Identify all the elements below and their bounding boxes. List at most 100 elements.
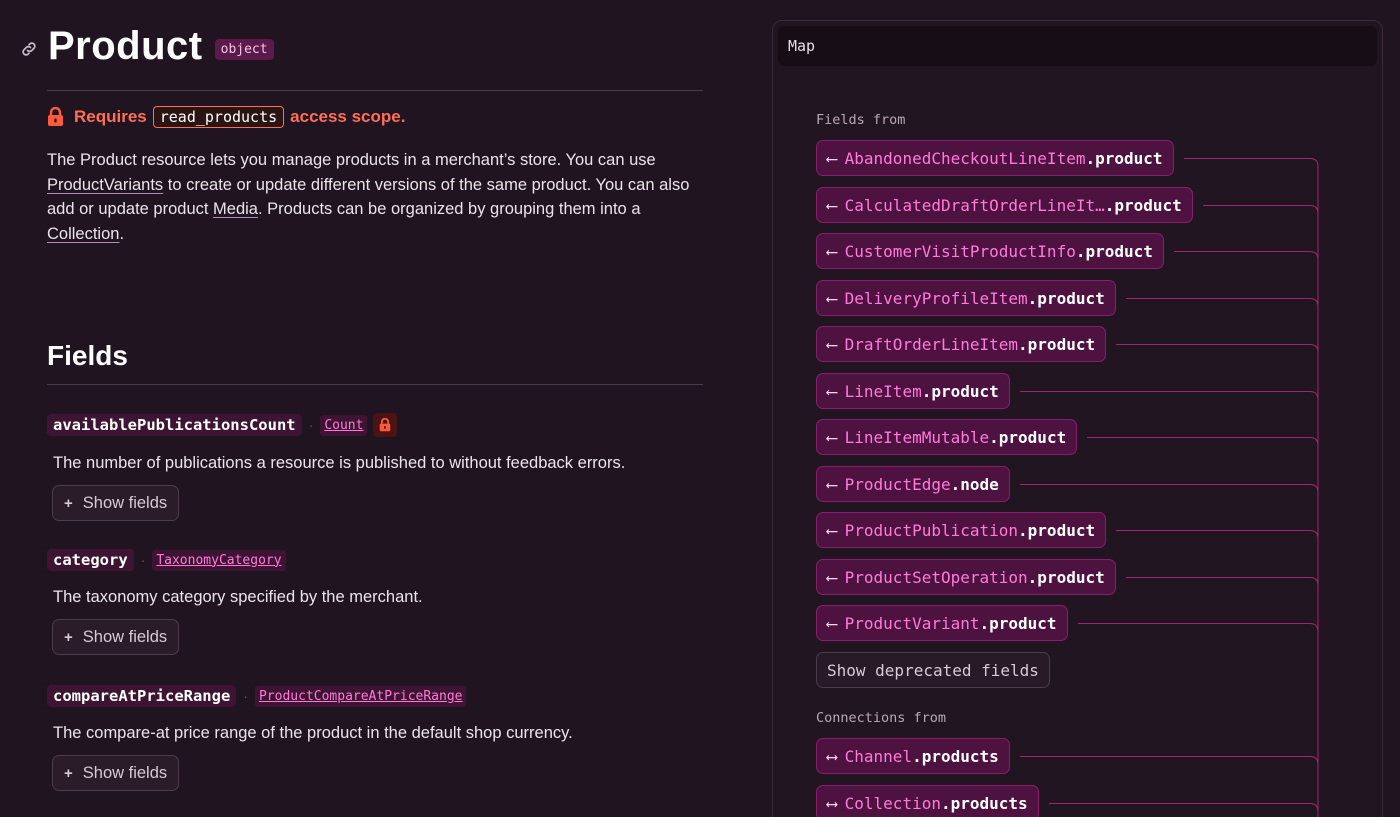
title-row: Product object — [20, 24, 274, 69]
arrow-left-icon: ⟵ — [827, 520, 837, 540]
map-connection-item[interactable]: ⟷ Collection .products — [816, 785, 1039, 817]
map-field-item[interactable]: ⟵ DeliveryProfileItem .product — [816, 280, 1116, 316]
plus-icon: + — [64, 494, 73, 512]
field-entry: compareAtPriceRange · ProductCompareAtPr… — [47, 685, 707, 791]
map-field-item[interactable]: ⟵ LineItemMutable .product — [816, 419, 1078, 455]
connections-from-label: Connections from — [816, 710, 947, 726]
field-header: availablePublicationsCount · Count — [47, 413, 707, 437]
arrow-both-icon: ⟷ — [827, 793, 837, 813]
map-field-name: .product — [1085, 148, 1163, 168]
map-field-name: .product — [1027, 567, 1105, 587]
arrow-left-icon: ⟵ — [827, 334, 837, 354]
map-type-name: ProductVariant — [844, 613, 980, 633]
map-connection-item[interactable]: ⟷ Channel .products — [816, 738, 1010, 774]
map-type-name: LineItemMutable — [844, 427, 990, 447]
map-field-name: .product — [989, 427, 1067, 447]
description-text: . — [119, 224, 125, 243]
arrow-left-icon: ⟵ — [827, 381, 837, 401]
map-field-item[interactable]: ⟵ DraftOrderLineItem .product — [816, 326, 1107, 362]
fields-heading: Fields — [47, 340, 128, 371]
show-fields-label: Show fields — [82, 493, 168, 512]
field-entry: availablePublicationsCount · Count The n… — [47, 413, 707, 521]
map-field-item[interactable]: ⟵ ProductSetOperation .product — [816, 559, 1116, 595]
field-entry: category · TaxonomyCategory The taxonomy… — [47, 549, 707, 655]
field-header: category · TaxonomyCategory — [47, 549, 707, 571]
resource-description: The Product resource lets you manage pro… — [47, 148, 707, 246]
map-type-name: ProductPublication — [844, 520, 1019, 540]
map-field-item[interactable]: ⟵ LineItem .product — [816, 373, 1010, 409]
description-text: The Product resource lets you manage pro… — [47, 151, 656, 169]
arrow-left-icon: ⟵ — [827, 288, 837, 308]
arrow-left-icon: ⟵ — [827, 613, 837, 633]
map-field-name: .node — [950, 474, 999, 494]
show-deprecated-fields-button[interactable]: Show deprecated fields — [816, 652, 1050, 688]
map-field-name: .product — [1018, 520, 1096, 540]
show-fields-button[interactable]: + Show fields — [52, 755, 180, 791]
arrow-left-icon: ⟵ — [827, 148, 837, 168]
scope-suffix: access scope. — [290, 107, 406, 126]
map-type-name: AbandonedCheckoutLineItem — [844, 148, 1086, 168]
description-text: . Products can be organized by grouping … — [258, 200, 641, 218]
map-field-item[interactable]: ⟵ ProductPublication .product — [816, 512, 1107, 548]
show-fields-button[interactable]: + Show fields — [52, 485, 180, 521]
collection-link[interactable]: Collection — [47, 225, 119, 243]
object-type-badge: object — [214, 39, 274, 60]
map-type-name: Collection — [844, 793, 941, 813]
scope-prefix: Requires — [74, 107, 147, 126]
productvariants-link[interactable]: ProductVariants — [47, 176, 163, 194]
show-fields-label: Show fields — [82, 763, 168, 782]
map-type-name: DeliveryProfileItem — [844, 288, 1028, 308]
arrow-left-icon: ⟵ — [827, 195, 837, 215]
field-description: The compare-at price range of the produc… — [53, 724, 573, 742]
map-field-item[interactable]: ⟵ AbandonedCheckoutLineItem .product — [816, 140, 1174, 176]
map-field-name: .products — [912, 746, 999, 766]
map-field-name: .product — [1075, 241, 1153, 261]
fields-from-label: Fields from — [816, 112, 906, 128]
map-field-name: .product — [979, 613, 1057, 633]
map-field-name: .product — [1027, 288, 1105, 308]
map-type-name: CustomerVisitProductInfo — [844, 241, 1076, 261]
map-field-item[interactable]: ⟵ CalculatedDraftOrderLineIt… .product — [816, 187, 1193, 223]
separator-dot: · — [243, 688, 248, 704]
map-type-name: Channel — [844, 746, 913, 766]
map-field-item[interactable]: ⟵ ProductVariant .product — [816, 605, 1068, 641]
show-fields-button[interactable]: + Show fields — [52, 619, 180, 655]
arrow-left-icon: ⟵ — [827, 567, 837, 587]
show-fields-label: Show fields — [82, 627, 168, 646]
map-field-item[interactable]: ⟵ ProductEdge .node — [816, 466, 1010, 502]
map-type-name: ProductEdge — [844, 474, 951, 494]
field-header: compareAtPriceRange · ProductCompareAtPr… — [47, 685, 707, 707]
media-link[interactable]: Media — [213, 200, 258, 218]
field-name[interactable]: compareAtPriceRange — [47, 685, 237, 707]
divider — [47, 384, 703, 385]
field-type-link[interactable]: TaxonomyCategory — [152, 549, 286, 571]
arrow-both-icon: ⟷ — [827, 746, 837, 766]
map-type-name: ProductSetOperation — [844, 567, 1028, 587]
map-field-name: .product — [921, 381, 999, 401]
plus-icon: + — [64, 764, 73, 782]
field-type-link[interactable]: Count — [320, 414, 368, 436]
arrow-left-icon: ⟵ — [827, 474, 837, 494]
field-description: The number of publications a resource is… — [53, 454, 626, 472]
divider — [47, 90, 703, 91]
map-field-name: .product — [1018, 334, 1096, 354]
link-icon[interactable] — [20, 40, 40, 60]
map-field-name: .product — [1104, 195, 1182, 215]
map-type-name: LineItem — [844, 381, 922, 401]
arrow-left-icon: ⟵ — [827, 241, 837, 261]
separator-dot: · — [140, 552, 146, 568]
lock-icon — [373, 413, 398, 437]
map-field-name: .products — [940, 793, 1028, 813]
map-field-item[interactable]: ⟵ CustomerVisitProductInfo .product — [816, 233, 1164, 269]
field-name[interactable]: availablePublicationsCount — [47, 414, 302, 436]
arrow-left-icon: ⟵ — [827, 427, 837, 447]
map-type-name: DraftOrderLineItem — [844, 334, 1019, 354]
scope-code: read_products — [152, 106, 285, 128]
page-title: Product — [48, 24, 203, 68]
plus-icon: + — [64, 628, 73, 646]
field-name[interactable]: category — [47, 549, 134, 571]
field-type-link[interactable]: ProductCompareAtPriceRange — [254, 685, 467, 707]
separator-dot: · — [308, 417, 314, 433]
main-content: Product object Requires read_products ac… — [0, 0, 720, 817]
lock-icon — [47, 106, 64, 127]
